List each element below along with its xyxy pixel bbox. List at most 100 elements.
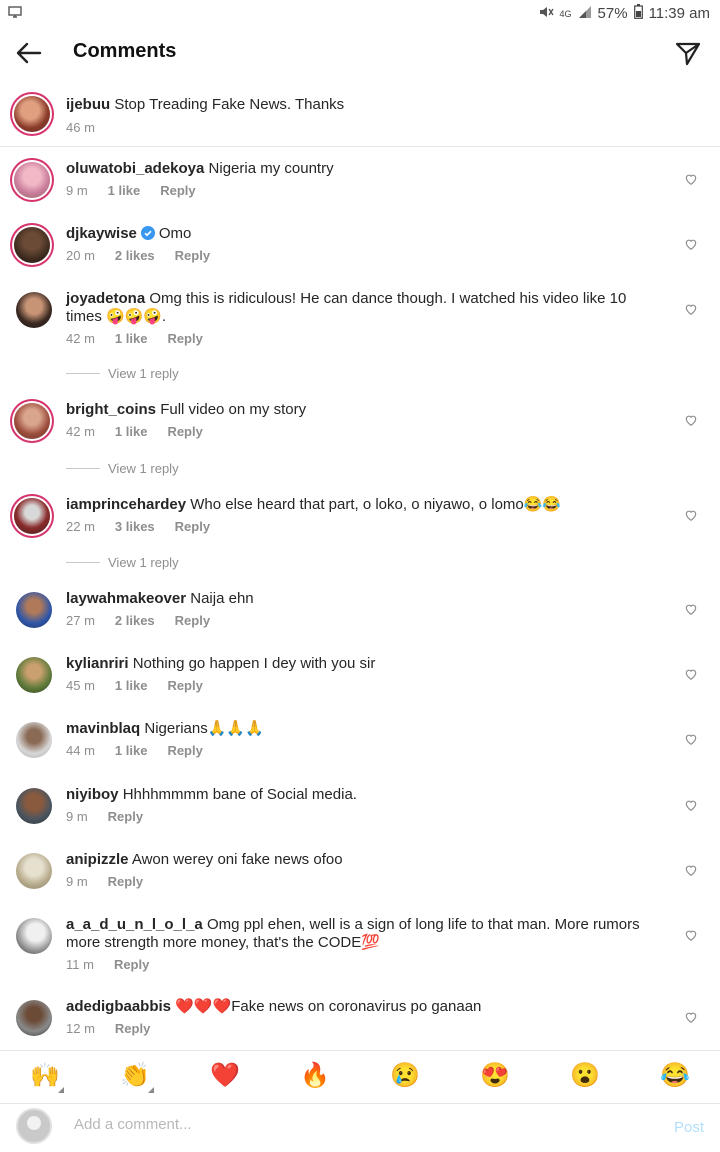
like-count[interactable]: 3 likes — [115, 519, 155, 534]
comment-text: Nothing go happen I dey with you sir — [132, 655, 376, 672]
emoji-crying[interactable]: 😢 — [390, 1063, 420, 1089]
like-button[interactable] — [684, 798, 698, 812]
comment-time: 45 m — [66, 678, 95, 693]
like-button[interactable] — [684, 732, 698, 746]
emoji-fire[interactable]: 🔥 — [300, 1063, 330, 1089]
comment-username[interactable]: ijebuu — [66, 96, 110, 113]
avatar[interactable] — [14, 96, 50, 132]
view-replies-button[interactable]: View 1 reply — [66, 366, 179, 381]
like-count[interactable]: 2 likes — [115, 248, 155, 263]
heart-icon — [685, 800, 697, 811]
reply-button[interactable]: Reply — [167, 331, 202, 346]
like-button[interactable] — [684, 667, 698, 681]
post-button[interactable]: Post — [674, 1119, 704, 1136]
heart-icon — [685, 174, 697, 185]
battery-level: 57% — [597, 5, 628, 22]
current-user-avatar — [16, 1108, 52, 1144]
like-button[interactable] — [684, 172, 698, 186]
avatar[interactable] — [14, 162, 50, 198]
reply-button[interactable]: Reply — [175, 613, 210, 628]
paper-plane-icon — [675, 42, 701, 66]
comment-time: 20 m — [66, 248, 95, 263]
avatar[interactable] — [16, 853, 52, 889]
mute-icon — [538, 5, 554, 23]
comment-text: Nigerians🙏🙏🙏 — [144, 720, 264, 737]
avatar[interactable] — [16, 657, 52, 693]
reply-button[interactable]: Reply — [160, 183, 195, 198]
comment-username[interactable]: kylianriri — [66, 655, 129, 672]
like-count[interactable]: 1 like — [115, 678, 148, 693]
avatar[interactable] — [14, 498, 50, 534]
avatar[interactable] — [16, 788, 52, 824]
back-button[interactable] — [14, 38, 44, 68]
divider — [66, 562, 100, 563]
reply-button[interactable]: Reply — [167, 678, 202, 693]
reply-button[interactable]: Reply — [108, 874, 143, 889]
like-count[interactable]: 1 like — [115, 331, 148, 346]
emoji-raised-hands[interactable]: 🙌 — [30, 1062, 64, 1093]
heart-icon — [685, 415, 697, 426]
reply-button[interactable]: Reply — [115, 1021, 150, 1036]
like-button[interactable] — [684, 302, 698, 316]
comment-username[interactable]: djkaywise — [66, 225, 137, 242]
comment-username[interactable]: oluwatobi_adekoya — [66, 160, 204, 177]
emoji-surprised[interactable]: 😮 — [570, 1063, 600, 1089]
avatar[interactable] — [14, 227, 50, 263]
signal-icon — [578, 5, 592, 23]
comment-username[interactable]: joyadetona — [66, 290, 145, 307]
avatar[interactable] — [14, 403, 50, 439]
comment-username[interactable]: iamprincehardey — [66, 496, 186, 513]
like-button[interactable] — [684, 928, 698, 942]
like-button[interactable] — [684, 508, 698, 522]
network-type: 4G — [559, 8, 572, 19]
emoji-heart-eyes-label: 😍 — [480, 1062, 510, 1089]
comment-username[interactable]: adedigbaabbis — [66, 998, 171, 1015]
comment-time: 9 m — [66, 809, 88, 824]
comment-text: Who else heard that part, o loko, o niya… — [190, 496, 562, 513]
comment-text: Nigeria my country — [208, 160, 334, 177]
comment-time: 44 m — [66, 743, 95, 758]
comment-username[interactable]: mavinblaq — [66, 720, 140, 737]
comment-input[interactable] — [72, 1115, 636, 1134]
comment-username[interactable]: anipizzle — [66, 851, 129, 868]
like-count[interactable]: 1 like — [108, 183, 141, 198]
reply-button[interactable]: Reply — [175, 519, 210, 534]
emoji-heart-eyes[interactable]: 😍 — [480, 1063, 510, 1089]
emoji-clapping[interactable]: 👏 — [120, 1063, 154, 1093]
reply-button[interactable]: Reply — [114, 957, 149, 972]
comment-text: Omo — [158, 225, 192, 242]
avatar[interactable] — [16, 292, 52, 328]
like-button[interactable] — [684, 237, 698, 251]
like-button[interactable] — [684, 413, 698, 427]
comment-username[interactable]: laywahmakeover — [66, 590, 186, 607]
comment-text: Omg this is ridiculous! He can dance tho… — [66, 290, 627, 325]
emoji-laughing[interactable]: 😂 — [660, 1063, 690, 1089]
like-button[interactable] — [684, 863, 698, 877]
view-replies-button[interactable]: View 1 reply — [66, 555, 179, 570]
reply-button[interactable]: Reply — [108, 809, 143, 824]
comment-username[interactable]: niyiboy — [66, 786, 119, 803]
comment-time: 42 m — [66, 424, 95, 439]
view-replies-button[interactable]: View 1 reply — [66, 461, 179, 476]
avatar[interactable] — [16, 722, 52, 758]
like-count[interactable]: 1 like — [115, 424, 148, 439]
reply-button[interactable]: Reply — [167, 743, 202, 758]
reply-button[interactable]: Reply — [167, 424, 202, 439]
avatar[interactable] — [16, 918, 52, 954]
comment-username[interactable]: bright_coins — [66, 401, 156, 418]
comment-username[interactable]: a_a_d_u_n_l_o_l_a — [66, 916, 203, 933]
comment-text: Awon werey oni fake news ofoo — [131, 851, 343, 868]
avatar[interactable] — [16, 592, 52, 628]
emoji-raised-hands-label: 🙌 — [30, 1062, 60, 1089]
like-button[interactable] — [684, 602, 698, 616]
post-caption: ijebuu Stop Treading Fake News. Thanks 4… — [0, 88, 720, 147]
share-button[interactable] — [674, 39, 702, 67]
like-count[interactable]: 1 like — [115, 743, 148, 758]
like-count[interactable]: 2 likes — [115, 613, 155, 628]
reply-button[interactable]: Reply — [175, 248, 210, 263]
like-button[interactable] — [684, 1010, 698, 1024]
emoji-heart[interactable]: ❤️ — [210, 1063, 240, 1089]
divider — [66, 373, 100, 374]
avatar[interactable] — [16, 1000, 52, 1036]
variant-indicator-icon — [148, 1087, 154, 1093]
